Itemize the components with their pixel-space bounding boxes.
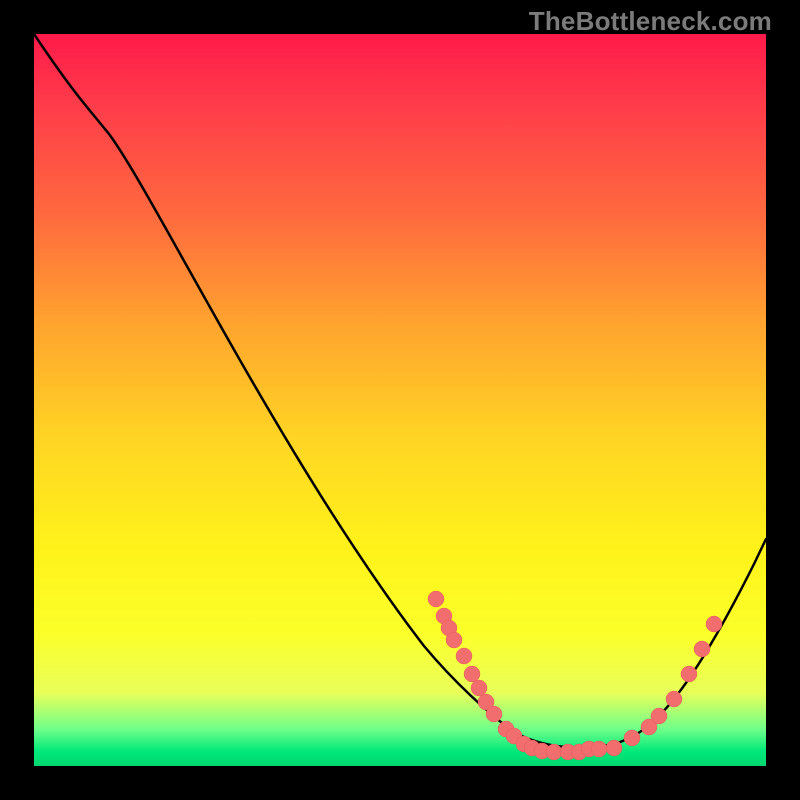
data-point — [456, 648, 472, 664]
data-point — [546, 744, 562, 760]
chart-overlay — [34, 34, 766, 766]
data-point — [651, 708, 667, 724]
data-point — [486, 706, 502, 722]
chart-plot-area — [34, 34, 766, 766]
data-point — [446, 632, 462, 648]
bottleneck-curve — [34, 34, 766, 748]
data-point — [464, 666, 480, 682]
data-point — [471, 680, 487, 696]
data-point — [706, 616, 722, 632]
data-point — [428, 591, 444, 607]
data-point — [591, 741, 607, 757]
data-point — [681, 666, 697, 682]
data-point — [624, 730, 640, 746]
data-point — [606, 740, 622, 756]
data-point — [694, 641, 710, 657]
data-dots — [428, 591, 722, 760]
data-point — [666, 691, 682, 707]
watermark-text: TheBottleneck.com — [529, 6, 772, 37]
